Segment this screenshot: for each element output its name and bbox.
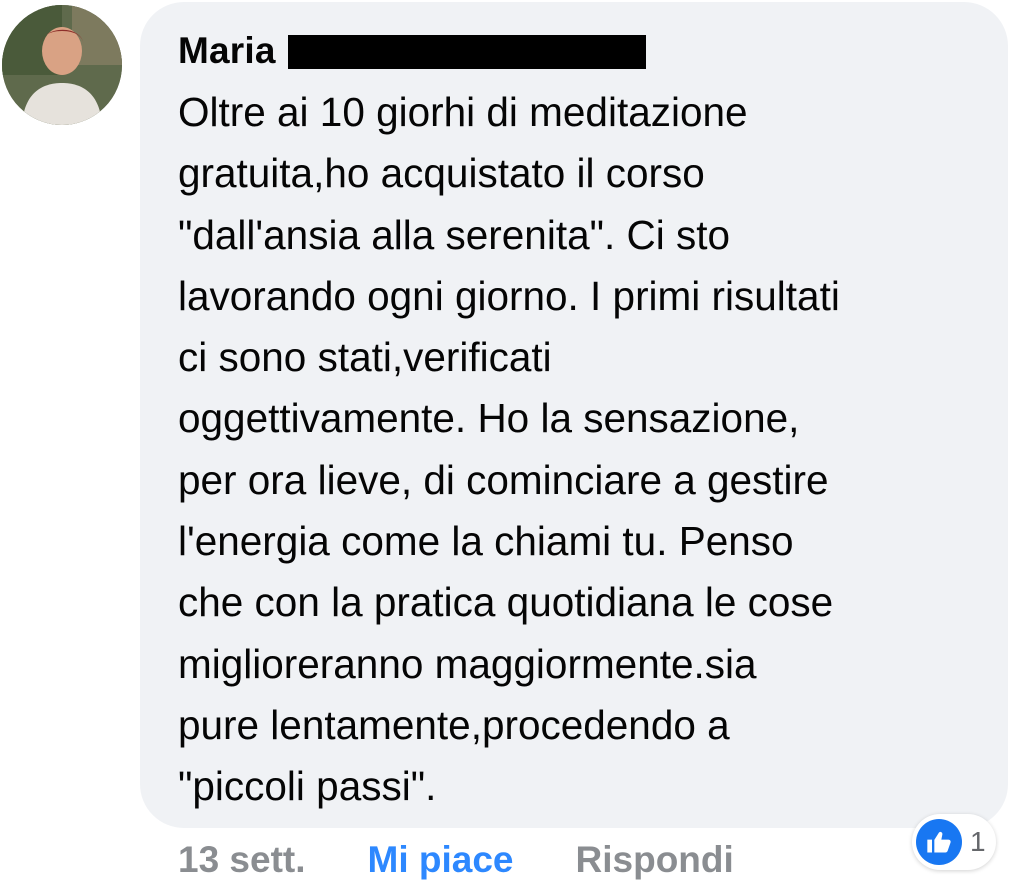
redaction-bar [287, 35, 646, 69]
comment-author-row: Maria [178, 26, 646, 76]
author-name[interactable]: Maria [178, 30, 276, 72]
comment-bubble: Maria Oltre ai 10 giorhi di meditazione … [140, 2, 1008, 828]
comment-thread: Maria Oltre ai 10 giorhi di meditazione … [0, 0, 1023, 881]
reaction-count: 1 [970, 826, 986, 857]
profile-photo [2, 5, 122, 125]
comment-actions: 13 sett. Mi piace Rispondi [178, 838, 734, 881]
thumbs-up-icon [916, 819, 962, 865]
comment-text: Oltre ai 10 giorhi di meditazione gratui… [178, 89, 840, 810]
comment-timestamp[interactable]: 13 sett. [178, 839, 306, 881]
reply-button[interactable]: Rispondi [576, 839, 734, 881]
avatar[interactable] [2, 5, 122, 125]
reaction-summary[interactable]: 1 [912, 814, 996, 870]
like-button[interactable]: Mi piace [368, 839, 514, 881]
